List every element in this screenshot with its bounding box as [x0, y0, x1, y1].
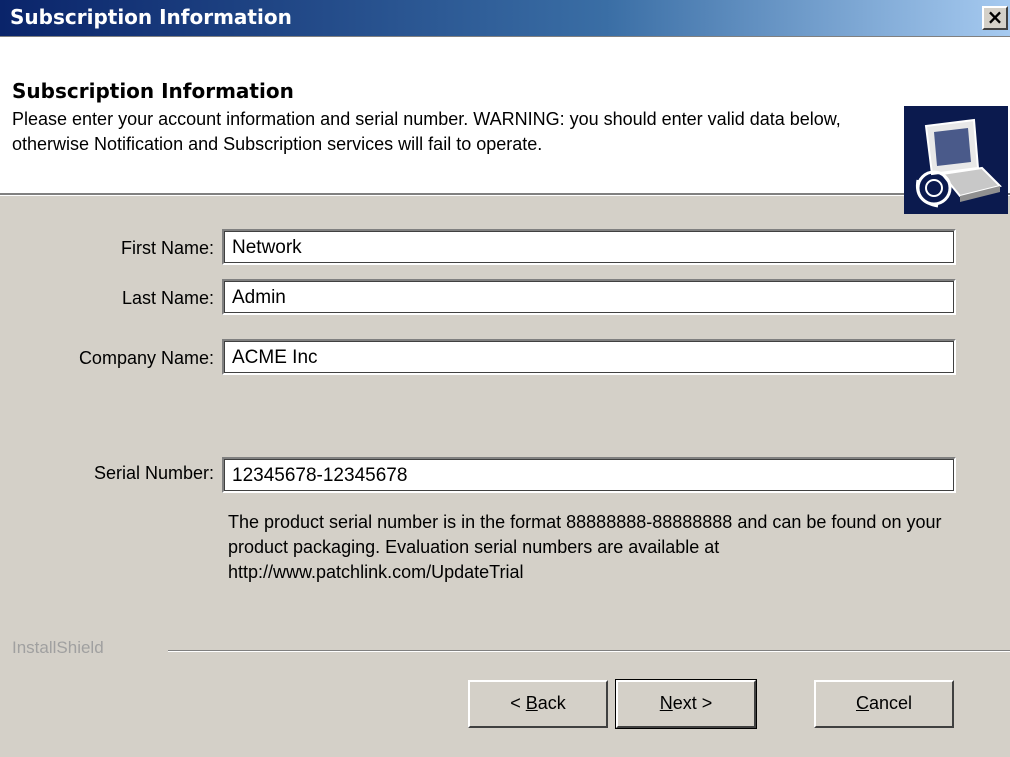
next-mnemonic: N: [659, 693, 673, 713]
company-name-label: Company Name:: [78, 348, 214, 368]
back-rest: ack: [537, 693, 566, 713]
next-rest: ext >: [672, 693, 713, 713]
company-name-field[interactable]: ACME Inc: [222, 339, 956, 375]
header-title: Subscription Information: [12, 79, 294, 103]
next-button[interactable]: Next >: [615, 679, 757, 729]
first-name-label: First Name:: [120, 238, 214, 258]
serial-number-field[interactable]: 12345678-12345678: [222, 457, 956, 493]
window-title: Subscription Information: [10, 5, 292, 29]
footer-divider: [168, 650, 1010, 652]
header-description: Please enter your account information an…: [12, 109, 841, 154]
header-panel: Subscription Information Please enter yo…: [0, 37, 1010, 214]
back-button[interactable]: < Back: [468, 680, 608, 728]
serial-number-label: Serial Number:: [93, 463, 214, 483]
serial-help-text: The product serial number is in the form…: [228, 512, 942, 582]
close-icon: ×: [986, 5, 1004, 29]
back-mnemonic: B: [525, 693, 538, 713]
installshield-brand: InstallShield: [12, 638, 104, 657]
title-bar: Subscription Information ×: [0, 0, 1010, 37]
last-name-field[interactable]: Admin: [222, 279, 956, 315]
cancel-rest: ancel: [868, 693, 913, 713]
cancel-button[interactable]: Cancel: [814, 680, 954, 728]
back-prefix: <: [510, 693, 526, 713]
computer-setup-icon: [904, 106, 1008, 214]
cancel-mnemonic: C: [855, 693, 869, 713]
last-name-label: Last Name:: [121, 288, 214, 308]
first-name-field[interactable]: Network: [222, 229, 956, 265]
close-button[interactable]: ×: [982, 6, 1008, 30]
